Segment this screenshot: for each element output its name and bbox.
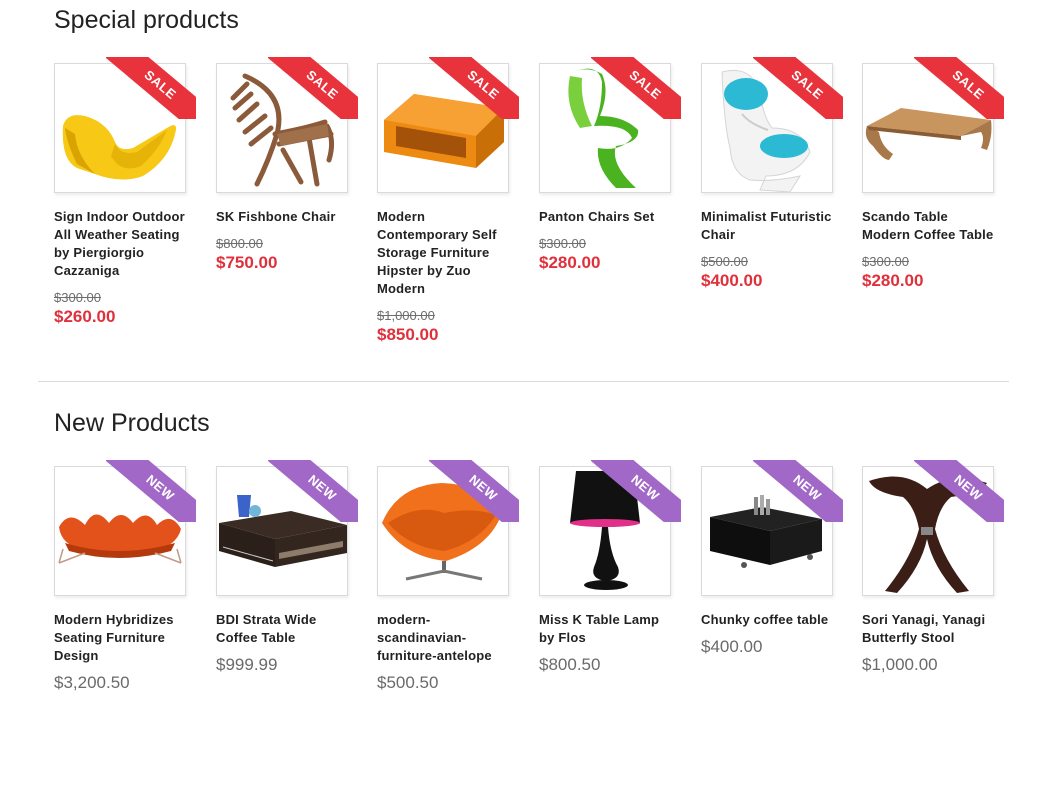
product-card[interactable]: SALE Panton Chairs Set $300.00 $280.00: [539, 57, 681, 273]
new-badge: NEW: [753, 460, 843, 522]
old-price: $500.00: [701, 254, 748, 269]
product-card[interactable]: SALE Scando Table Modern Coffee Table $3…: [862, 57, 1004, 291]
sale-badge: SALE: [106, 57, 196, 119]
product-image[interactable]: SALE: [539, 57, 681, 193]
product-image[interactable]: NEW: [216, 460, 358, 596]
product-name[interactable]: Modern Contemporary Self Storage Furnitu…: [377, 208, 512, 298]
product-name[interactable]: Sign Indoor Outdoor All Weather Seating …: [54, 208, 189, 280]
product-image[interactable]: SALE: [377, 57, 519, 193]
old-price: $300.00: [54, 290, 101, 305]
new-badge: NEW: [268, 460, 358, 522]
product-name[interactable]: Panton Chairs Set: [539, 208, 674, 226]
product-name[interactable]: SK Fishbone Chair: [216, 208, 351, 226]
sale-badge: SALE: [753, 57, 843, 119]
product-name[interactable]: Minimalist Futuristic Chair: [701, 208, 836, 244]
sale-price: $750.00: [216, 253, 278, 272]
special-products-grid: SALE Sign Indoor Outdoor All Weather Sea…: [54, 57, 1014, 393]
product-name[interactable]: modern-scandinavian-furniture-antelope: [377, 611, 512, 665]
product-card[interactable]: SALE Minimalist Futuristic Chair $500.00…: [701, 57, 843, 291]
old-price: $300.00: [539, 236, 586, 251]
sale-price: $260.00: [54, 307, 116, 326]
product-price: $3,200.50: [54, 673, 130, 692]
new-badge: NEW: [429, 460, 519, 522]
product-image[interactable]: SALE: [701, 57, 843, 193]
product-name[interactable]: Sori Yanagi, Yanagi Butterfly Stool: [862, 611, 997, 647]
sale-badge: SALE: [268, 57, 358, 119]
sale-price: $280.00: [539, 253, 601, 272]
product-card[interactable]: NEW Chunky coffee table $400.00: [701, 460, 843, 657]
product-image[interactable]: NEW: [54, 460, 196, 596]
sale-badge: SALE: [914, 57, 1004, 119]
new-badge: NEW: [591, 460, 681, 522]
product-image[interactable]: SALE: [54, 57, 196, 193]
product-name[interactable]: Scando Table Modern Coffee Table: [862, 208, 997, 244]
sale-badge: SALE: [591, 57, 681, 119]
product-card[interactable]: NEW BDI Strata Wide Coffee Table $999.99: [216, 460, 358, 675]
product-card[interactable]: NEW modern-scandinavian-furniture-antelo…: [377, 460, 519, 693]
product-image[interactable]: SALE: [862, 57, 1004, 193]
product-price: $500.50: [377, 673, 439, 692]
section-divider: [38, 381, 1009, 382]
product-image[interactable]: NEW: [862, 460, 1004, 596]
sale-price: $400.00: [701, 271, 763, 290]
special-products-heading: Special products: [54, 6, 239, 34]
product-image[interactable]: NEW: [701, 460, 843, 596]
product-image[interactable]: NEW: [377, 460, 519, 596]
new-badge: NEW: [106, 460, 196, 522]
new-products-heading: New Products: [54, 409, 210, 437]
old-price: $300.00: [862, 254, 909, 269]
product-price: $999.99: [216, 655, 278, 674]
product-name[interactable]: Chunky coffee table: [701, 611, 836, 629]
product-price: $1,000.00: [862, 655, 938, 674]
product-image[interactable]: NEW: [539, 460, 681, 596]
product-name[interactable]: Miss K Table Lamp by Flos: [539, 611, 674, 647]
product-price: $800.50: [539, 655, 601, 674]
old-price: $800.00: [216, 236, 263, 251]
sale-price: $850.00: [377, 325, 439, 344]
product-card[interactable]: NEW Modern Hybridizes Seating Furniture …: [54, 460, 196, 693]
sale-price: $280.00: [862, 271, 924, 290]
product-price: $400.00: [701, 637, 763, 656]
product-card[interactable]: NEW Sori Yanagi, Yanagi Butterfly Stool …: [862, 460, 1004, 675]
new-badge: NEW: [914, 460, 1004, 522]
product-card[interactable]: NEW Miss K Table Lamp by Flos $800.50: [539, 460, 681, 675]
old-price: $1,000.00: [377, 308, 435, 323]
product-card[interactable]: SALE SK Fishbone Chair $800.00 $750.00: [216, 57, 358, 273]
product-image[interactable]: SALE: [216, 57, 358, 193]
product-name[interactable]: BDI Strata Wide Coffee Table: [216, 611, 351, 647]
new-products-grid: NEW Modern Hybridizes Seating Furniture …: [54, 460, 1014, 796]
product-card[interactable]: SALE Sign Indoor Outdoor All Weather Sea…: [54, 57, 196, 327]
product-name[interactable]: Modern Hybridizes Seating Furniture Desi…: [54, 611, 189, 665]
product-card[interactable]: SALE Modern Contemporary Self Storage Fu…: [377, 57, 519, 345]
sale-badge: SALE: [429, 57, 519, 119]
